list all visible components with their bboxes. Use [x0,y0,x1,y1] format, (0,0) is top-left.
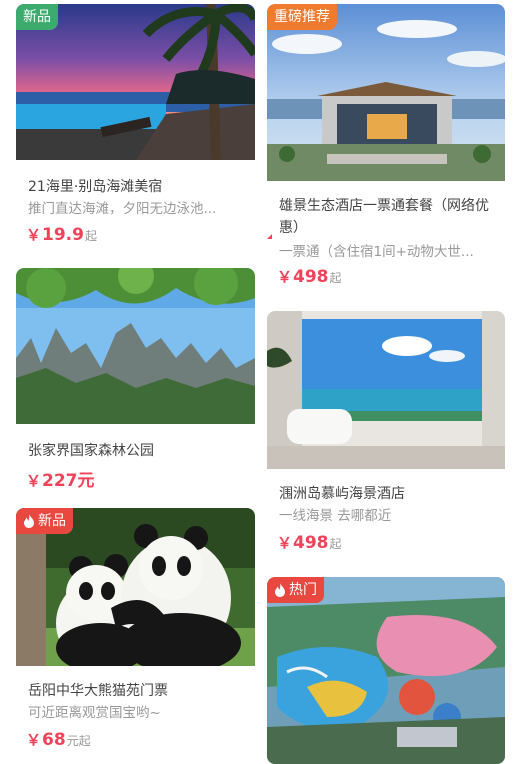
card-price: ￥ 227元 [26,466,95,491]
card-price: ￥ 498 起 [277,266,342,287]
product-card[interactable]: 张家界国家森林公园 ￥ 227元 [16,268,255,498]
recommended-badge: 重磅推荐 [267,4,337,30]
card-price: ￥ 498 起 [277,532,342,553]
new-badge: 新品 [16,4,58,30]
badge-label: 新品 [38,513,66,529]
price-unit: 起 [329,537,342,551]
product-card[interactable]: 热门 [267,577,505,764]
card-subtitle: 一票通（含住宿1间+动物大世... [279,244,474,260]
price-symbol: ￥ [26,472,42,490]
price-symbol: ￥ [26,226,42,244]
price-unit: 起 [329,271,342,285]
flame-icon [275,583,285,597]
karst-mountains-photo [16,268,255,424]
hotel-building-photo [267,4,505,181]
price-value: 19.9 [42,225,84,245]
card-title: 涠洲岛慕屿海景酒店 [279,486,405,502]
ocean-view-bathroom-photo [267,311,505,469]
price-symbol: ￥ [277,534,293,552]
card-subtitle: 一线海景 去哪都近 [279,508,392,524]
card-price: ￥ 68 元起 [26,729,91,750]
card-title: 21海里·别岛海滩美宿 [28,179,163,195]
price-value: 498 [293,267,329,287]
product-card[interactable]: 新品 21海里·别岛海滩美宿 推门直达海滩，夕阳无边泳池... ￥ 19.9 起 [16,4,255,254]
price-symbol: ￥ [26,731,42,749]
card-subtitle: 推门直达海滩，夕阳无边泳池... [28,201,217,217]
card-subtitle: 可近距离观赏国宝哟~ [28,705,161,721]
new-badge: 新品 [16,508,73,534]
product-card[interactable]: 涠洲岛慕屿海景酒店 一线海景 去哪都近 ￥ 498 起 [267,311,505,561]
badge-label: 热门 [289,582,317,598]
price-value: 227元 [42,471,95,491]
product-card[interactable]: 新品 岳阳中华大熊猫苑门票 可近距离观赏国宝哟~ ￥ 68 元起 [16,508,255,758]
card-title: 岳阳中华大熊猫苑门票 [28,683,168,699]
price-symbol: ￥ [277,268,293,286]
price-value: 68 [42,730,66,750]
hot-badge: 热门 [267,577,324,603]
price-value: 498 [293,533,329,553]
flame-icon [24,514,34,528]
card-price: ￥ 19.9 起 [26,224,97,245]
corner-marker [267,234,272,239]
product-card[interactable]: 重磅推荐 雄景生态酒店一票通套餐（网络优惠） 一票通（含住宿1间+动物大世...… [267,4,505,294]
price-unit: 元起 [66,734,91,748]
water-park-aerial-photo [267,577,505,764]
card-title: 雄景生态酒店一票通套餐（网络优惠） [279,198,489,236]
card-title: 张家界国家森林公园 [28,443,154,459]
price-unit: 起 [84,229,97,243]
